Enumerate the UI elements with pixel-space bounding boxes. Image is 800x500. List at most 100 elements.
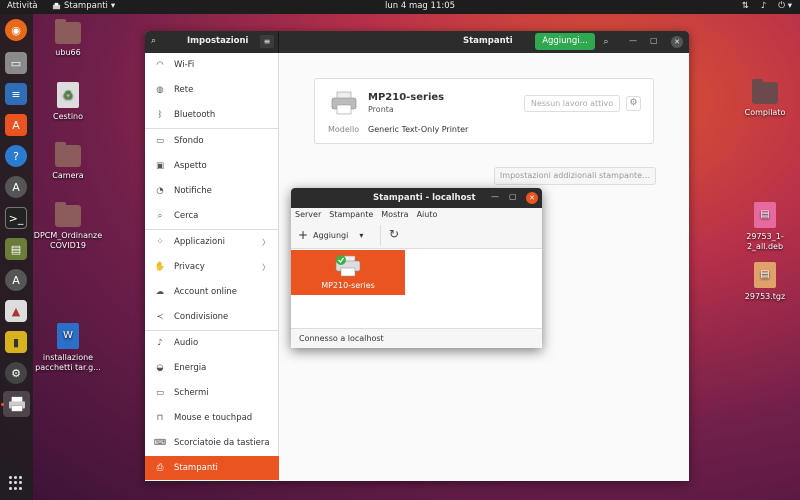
firefox-icon[interactable]: ◉ <box>5 19 27 41</box>
background-icon: ▭ <box>155 136 165 146</box>
desktop-icon-label: DPCM_Ordinanze COVID19 <box>33 231 103 250</box>
sidebar-item-sharing[interactable]: ≺ Condivisione <box>145 305 279 329</box>
bluetooth-icon: ᛒ <box>157 110 163 120</box>
search-icon[interactable]: ⌕ <box>599 35 613 49</box>
sidebar-item-label: Mouse e touchpad <box>174 413 253 423</box>
sidebar-item-printers[interactable]: ⎙ Stampanti <box>145 456 279 480</box>
sidebar-item-label: Sfondo <box>174 136 204 146</box>
app-b-icon[interactable]: A <box>5 269 27 291</box>
desktop-icon-label: 29753_1-2_all.deb <box>746 232 784 251</box>
clock[interactable]: lun 4 mag 11:05 <box>385 1 455 11</box>
show-applications-icon[interactable] <box>9 476 23 490</box>
menu-server[interactable]: Server <box>291 208 325 222</box>
sidebar-item-online-accounts[interactable]: ☁ Account online <box>145 280 279 304</box>
sidebar-item-wifi[interactable]: ◠ Wi-Fi <box>145 53 279 77</box>
activities-button[interactable]: Attività <box>7 1 38 11</box>
sidebar-item-label: Scorciatoie da tastiera <box>174 438 270 448</box>
printer-icon <box>331 91 357 115</box>
settings-gear-icon[interactable]: ⚙ <box>5 362 27 384</box>
menu-icon[interactable]: ≡ <box>260 35 274 48</box>
menu-view[interactable]: Mostra <box>377 208 412 222</box>
settings-title: Impostazioni <box>187 36 249 46</box>
refresh-icon[interactable]: ↻ <box>389 227 399 241</box>
printer-name: MP210-series <box>368 92 445 103</box>
desktop-icon-label: installazione pacchetti tar.g... <box>35 353 101 372</box>
menu-printer[interactable]: Stampante <box>325 208 377 222</box>
add-button[interactable]: + Aggiungi ▾ <box>298 228 363 242</box>
software-icon[interactable]: A <box>5 114 27 136</box>
desktop-deb-package[interactable]: ▤ 29753_1-2_all.deb <box>730 202 800 252</box>
sidebar-item-bluetooth[interactable]: ᛒ Bluetooth <box>145 103 279 127</box>
sidebar-item-power[interactable]: ◒ Energia <box>145 356 279 380</box>
word-document-icon: W <box>57 323 79 349</box>
sidebar-item-search[interactable]: ⌕ Cerca <box>145 204 279 228</box>
no-active-jobs-button[interactable]: Nessun lavoro attivo <box>524 95 620 112</box>
sidebar-item-sound[interactable]: ♪ Audio <box>145 331 279 355</box>
app-menu[interactable]: Stampanti ▾ <box>52 1 115 11</box>
applications-icon: ⁘ <box>156 237 164 247</box>
sidebar-item-network[interactable]: ◍ Rete <box>145 78 279 102</box>
help-icon[interactable]: ? <box>5 145 27 167</box>
sidebar-item-label: Wi-Fi <box>174 60 195 70</box>
sidebar-item-appearance[interactable]: ▣ Aspetto <box>145 154 279 178</box>
sidebar-item-keyboard-shortcuts[interactable]: ⌨ Scorciatoie da tastiera <box>145 431 279 455</box>
close-icon[interactable]: ✕ <box>671 36 683 48</box>
sidebar-item-label: Energia <box>174 363 207 373</box>
package-icon: ▤ <box>754 202 776 228</box>
sidebar-item-background[interactable]: ▭ Sfondo <box>145 129 279 153</box>
sidebar-item-privacy[interactable]: ✋ Privacy 〉 <box>145 255 279 279</box>
printers-dock-icon[interactable] <box>3 391 30 417</box>
sidebar-item-applications[interactable]: ⁘ Applicazioni 〉 <box>145 230 279 254</box>
archive-icon[interactable]: ▤ <box>5 238 27 260</box>
gear-icon[interactable]: ⚙ <box>626 96 641 111</box>
terminal-icon[interactable]: >_ <box>5 207 27 229</box>
printer-list-item[interactable]: MP210-series <box>291 250 405 295</box>
desktop-folder-camera[interactable]: Camera <box>33 142 103 181</box>
search-icon[interactable]: ⌕ <box>151 36 163 48</box>
add-printer-button[interactable]: Aggiungi... <box>535 33 595 50</box>
writer-icon[interactable]: ≡ <box>5 83 27 105</box>
chevron-down-icon: ▾ <box>110 1 116 11</box>
desktop-folder-ubu66[interactable]: ubu66 <box>33 19 103 58</box>
desktop-icon-label: Compilato <box>744 108 786 117</box>
desktop-document-installazione[interactable]: W installazione pacchetti tar.g... <box>33 323 103 373</box>
status-bar: Connesso a localhost <box>291 328 542 348</box>
document-viewer-icon[interactable]: ▲ <box>5 300 27 322</box>
desktop-folder-dpcm[interactable]: DPCM_Ordinanze COVID19 <box>33 202 103 251</box>
cloud-icon: ☁ <box>155 287 165 297</box>
printer-card: MP210-series Pronta Modello Generic Text… <box>314 78 654 144</box>
desktop-trash[interactable]: ♻ Cestino <box>33 82 103 122</box>
sidebar-item-displays[interactable]: ▭ Schermi <box>145 381 279 405</box>
minimize-icon[interactable]: — <box>491 192 499 201</box>
printer-label: MP210-series <box>321 281 375 290</box>
close-icon[interactable]: ✕ <box>526 192 538 204</box>
sidebar-item-label: Condivisione <box>174 312 229 322</box>
maximize-icon[interactable]: ▢ <box>509 192 517 201</box>
desktop-folder-compilato[interactable]: Compilato <box>730 79 800 118</box>
desktop-tgz-archive[interactable]: ▤ 29753.tgz <box>730 262 800 302</box>
sidebar-item-label: Account online <box>174 287 237 297</box>
sidebar-item-label: Aspetto <box>174 161 207 171</box>
app-a-icon[interactable]: A <box>5 176 27 198</box>
folder-icon <box>55 202 81 227</box>
settings-headerbar: ⌕ Impostazioni ≡ Stampanti Aggiungi... ⌕… <box>145 31 689 53</box>
model-label: Modello <box>328 125 360 134</box>
sidebar-item-label: Applicazioni <box>174 237 225 247</box>
menu-help[interactable]: Aiuto <box>413 208 442 222</box>
model-value: Generic Text-Only Printer <box>368 125 469 134</box>
desktop-icon-label: 29753.tgz <box>744 292 786 301</box>
system-tray[interactable]: ⇅ ♪ ⏻ ▾ <box>742 1 792 11</box>
minimize-icon[interactable]: — <box>629 36 637 45</box>
notes-icon[interactable]: ▮ <box>5 331 27 353</box>
search-icon: ⌕ <box>157 211 163 221</box>
privacy-icon: ✋ <box>154 262 166 272</box>
desktop-icon-label: Camera <box>52 171 84 180</box>
dock: ◉ ▭ ≡ A ? A >_ ▤ A ▲ ▮ ⚙ <box>0 14 33 500</box>
sidebar-item-notifications[interactable]: ◔ Notifiche <box>145 179 279 203</box>
chevron-right-icon: 〉 <box>262 262 270 272</box>
additional-printer-settings-button[interactable]: Impostazioni addizionali stampante… <box>494 167 656 185</box>
dialog-titlebar: Stampanti - localhost — ▢ ✕ <box>291 188 542 208</box>
files-icon[interactable]: ▭ <box>5 52 27 74</box>
sidebar-item-mouse[interactable]: ⊓ Mouse e touchpad <box>145 406 279 430</box>
maximize-icon[interactable]: ▢ <box>650 36 658 45</box>
